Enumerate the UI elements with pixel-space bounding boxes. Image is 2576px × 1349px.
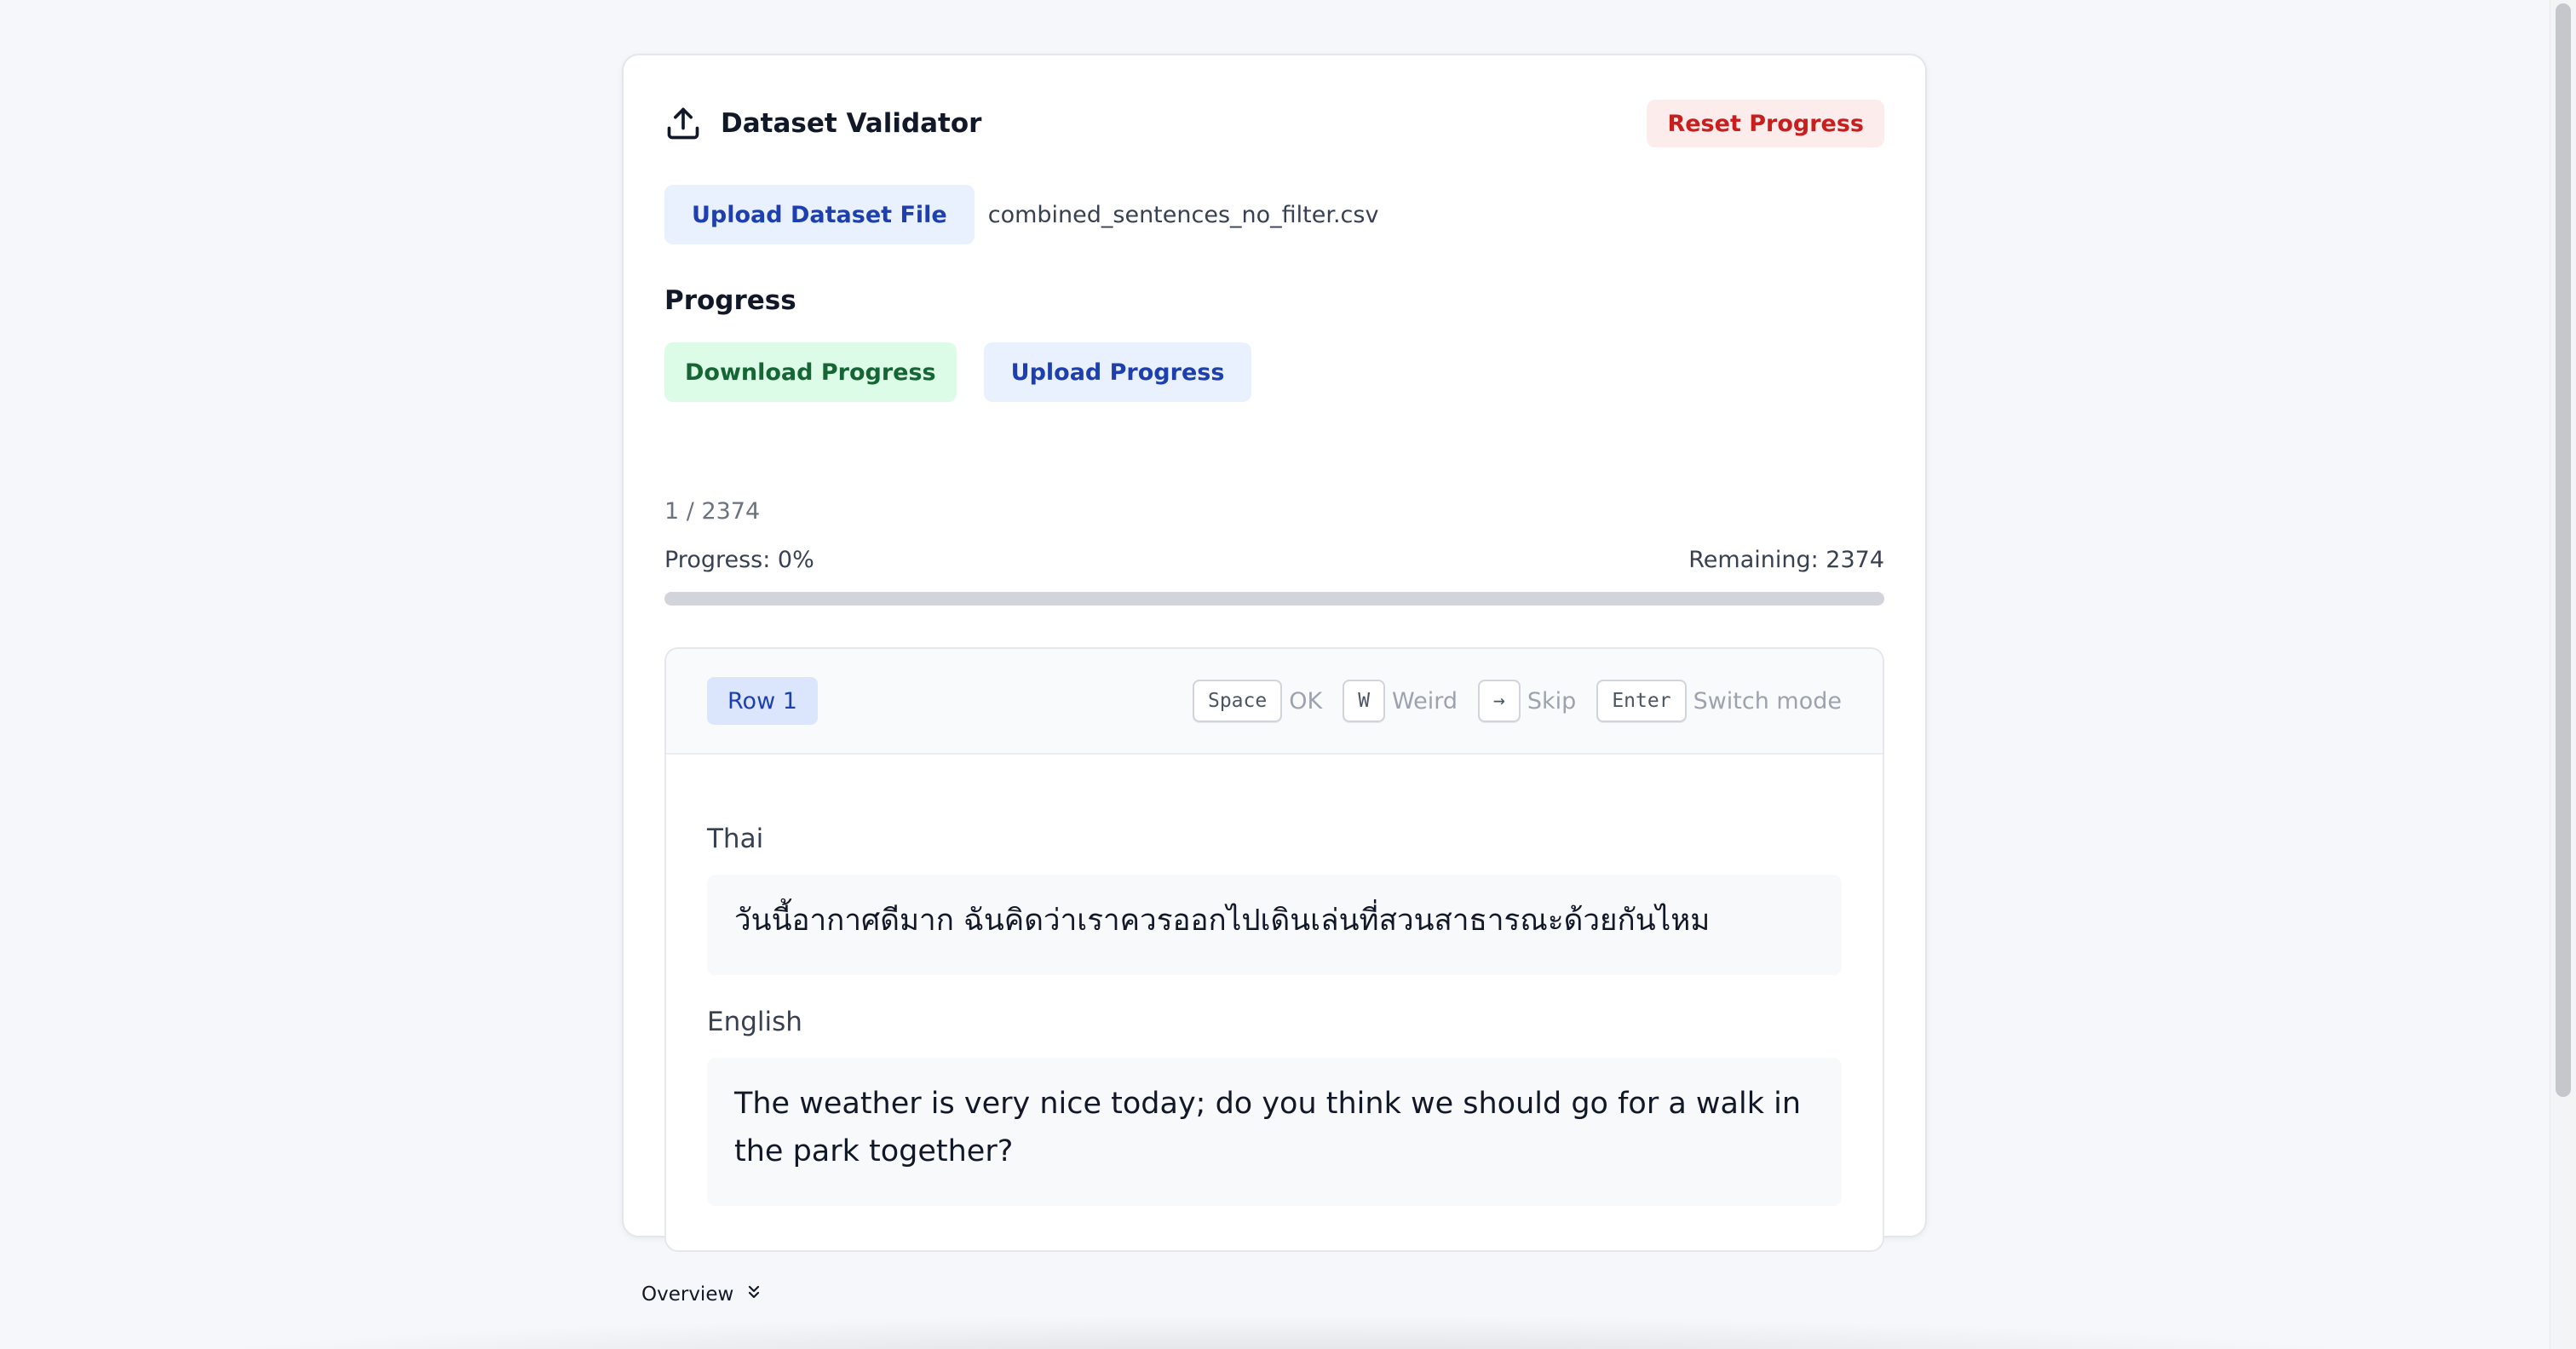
card-header: Dataset Validator Reset Progress (664, 98, 1884, 149)
overview-label: Overview (641, 1283, 734, 1306)
validator-card: Dataset Validator Reset Progress Upload … (622, 54, 1927, 1252)
shortcut-switch-mode: Enter Switch mode (1596, 680, 1842, 722)
upload-icon (664, 105, 702, 142)
kbd-space: Space (1192, 680, 1283, 722)
page-title: Dataset Validator (721, 108, 982, 139)
title-group: Dataset Validator (664, 98, 981, 149)
remaining-text: Remaining: 2374 (1688, 547, 1884, 573)
page: Dataset Validator Reset Progress Upload … (0, 0, 2576, 1349)
reset-progress-button[interactable]: Reset Progress (1647, 100, 1884, 147)
progress-bar (664, 592, 1884, 606)
progress-actions: Download Progress Upload Progress (664, 342, 1252, 402)
row-panel: Row 1 Space OK W Weird → Skip Enter Swit… (664, 647, 1884, 1252)
download-progress-button[interactable]: Download Progress (664, 342, 957, 402)
english-label: English (707, 1007, 802, 1037)
thai-label: Thai (707, 824, 764, 854)
shortcut-ok: Space OK (1192, 680, 1343, 722)
dataset-filename: combined_sentences_no_filter.csv (987, 201, 1379, 228)
shortcut-skip: → Skip (1478, 680, 1596, 722)
shortcut-label: OK (1289, 687, 1323, 715)
dataset-upload-row: Upload Dataset File combined_sentences_n… (664, 185, 1378, 244)
scrollbar-track[interactable] (2550, 0, 2576, 1349)
upload-progress-button[interactable]: Upload Progress (983, 342, 1252, 402)
row-panel-header: Row 1 Space OK W Weird → Skip Enter Swit… (666, 649, 1883, 755)
upload-dataset-button[interactable]: Upload Dataset File (664, 185, 975, 244)
shortcut-weird: W Weird (1343, 680, 1478, 722)
shortcut-label: Skip (1527, 687, 1577, 715)
kbd-w: W (1343, 680, 1386, 722)
progress-heading: Progress (664, 285, 796, 316)
shortcut-label: Switch mode (1693, 687, 1842, 715)
double-chevron-down-icon (733, 1282, 764, 1307)
english-text-box: The weather is very nice today; do you t… (707, 1058, 1842, 1206)
bottom-shadow (128, 1315, 2440, 1349)
kbd-arrow-right: → (1478, 680, 1521, 722)
shortcut-label: Weird (1392, 687, 1458, 715)
kbd-enter: Enter (1596, 680, 1687, 722)
row-badge: Row 1 (707, 677, 818, 725)
row-counter: 1 / 2374 (664, 498, 761, 525)
thai-text-box: วันนี้อากาศดีมาก ฉันคิดว่าเราควรออกไปเดิ… (707, 875, 1842, 975)
keyboard-shortcuts: Space OK W Weird → Skip Enter Switch mod… (1192, 677, 1842, 725)
progress-percent-text: Progress: 0% (664, 547, 814, 573)
scrollbar-thumb[interactable] (2556, 3, 2571, 1097)
overview-toggle[interactable]: Overview (641, 1277, 764, 1312)
